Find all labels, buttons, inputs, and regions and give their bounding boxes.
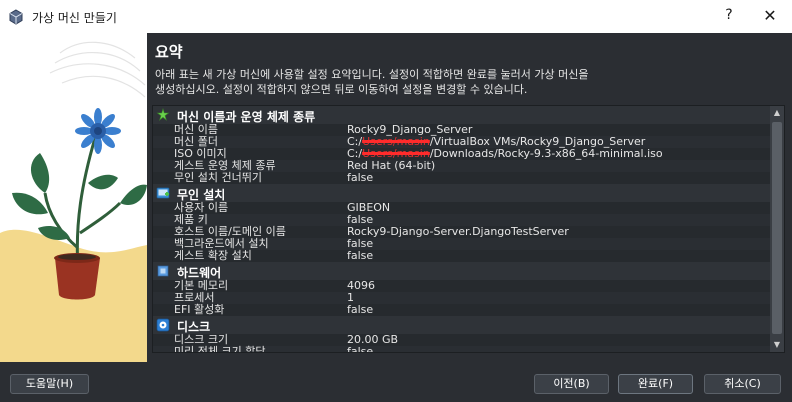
value-suffix: /Downloads/Rocky-9.3-x86_64-minimal.iso [429, 147, 663, 160]
hardware-chip-icon [157, 265, 169, 277]
close-icon[interactable]: ✕ [760, 6, 780, 25]
flower-pot-illustration [0, 33, 147, 362]
scroll-up-arrow-icon[interactable]: ▲ [770, 106, 784, 120]
row-value: false [347, 303, 374, 316]
scrollbar-thumb[interactable] [772, 122, 782, 334]
section-name-and-os: 머신 이름과 운영 체제 종류 [153, 106, 772, 124]
page-description: 아래 표는 새 가상 머신에 사용할 설정 요약입니다. 설정이 적합하면 완료… [155, 67, 775, 97]
description-line-1: 아래 표는 새 가상 머신에 사용할 설정 요약입니다. 설정이 적합하면 완료… [155, 68, 589, 81]
section-disk: 디스크 [153, 316, 772, 334]
window-title: 가상 머신 만들기 [32, 11, 117, 25]
table-row: 사용자 이름 GIBEON [153, 202, 772, 214]
summary-table[interactable]: 머신 이름과 운영 체제 종류 머신 이름 Rocky9_Django_Serv… [152, 105, 785, 353]
virtualbox-app-icon [9, 9, 23, 25]
section-rows: 디스크 크기 20.00 GB 미리 전체 크기 할당 false [153, 334, 772, 353]
cancel-button[interactable]: 취소(C) [704, 374, 781, 394]
section-hardware: 하드웨어 [153, 262, 772, 280]
title-bar: 가상 머신 만들기 ? ✕ [0, 0, 792, 33]
row-key: EFI 활성화 [174, 303, 225, 316]
section-rows: 머신 이름 Rocky9_Django_Server 머신 폴더 C:/User… [153, 124, 772, 184]
row-key: 무인 설치 건너뛰기 [174, 171, 262, 184]
table-row: 기본 메모리 4096 [153, 280, 772, 292]
table-row: 무인 설치 건너뛰기 false [153, 172, 772, 184]
help-button[interactable]: 도움말(H) [10, 374, 89, 394]
row-key: 미리 전체 크기 할당 [174, 345, 266, 353]
row-key: 게스트 확장 설치 [174, 249, 252, 262]
section-unattended-install: 무인 설치 [153, 184, 772, 202]
page-title: 요약 [155, 43, 183, 61]
row-value: false [347, 171, 374, 184]
scroll-down-arrow-icon[interactable]: ▼ [770, 338, 784, 352]
vertical-scrollbar[interactable]: ▲ ▼ [770, 106, 784, 352]
table-row: 게스트 확장 설치 false [153, 250, 772, 262]
row-value: false [347, 345, 374, 353]
summary-rows: 머신 이름과 운영 체제 종류 머신 이름 Rocky9_Django_Serv… [153, 106, 772, 353]
row-value: Rocky9-Django-Server.DjangoTestServer [347, 225, 569, 238]
section-rows: 사용자 이름 GIBEON 제품 키 false 호스트 이름/도메인 이름 R… [153, 202, 772, 262]
button-bar: 도움말(H) 이전(B) 완료(F) 취소(C) [0, 362, 792, 402]
summary-page: 요약 아래 표는 새 가상 머신에 사용할 설정 요약입니다. 설정이 적합하면… [147, 33, 792, 362]
help-question-icon[interactable]: ? [722, 7, 736, 23]
table-row: 프로세서 1 [153, 292, 772, 304]
wizard-illustration [0, 33, 147, 362]
table-row: EFI 활성화 false [153, 304, 772, 316]
back-button[interactable]: 이전(B) [534, 374, 609, 394]
disk-icon [156, 318, 170, 332]
unattended-install-icon [156, 187, 170, 199]
star-icon [156, 108, 170, 121]
section-rows: 기본 메모리 4096 프로세서 1 EFI 활성화 false [153, 280, 772, 316]
table-row: 미리 전체 크기 할당 false [153, 345, 772, 353]
finish-button[interactable]: 완료(F) [618, 374, 693, 394]
description-line-2: 생성하십시오. 설정이 적합하지 않으면 뒤로 이동하여 설정을 변경할 수 있… [155, 83, 528, 96]
row-value: false [347, 249, 374, 262]
